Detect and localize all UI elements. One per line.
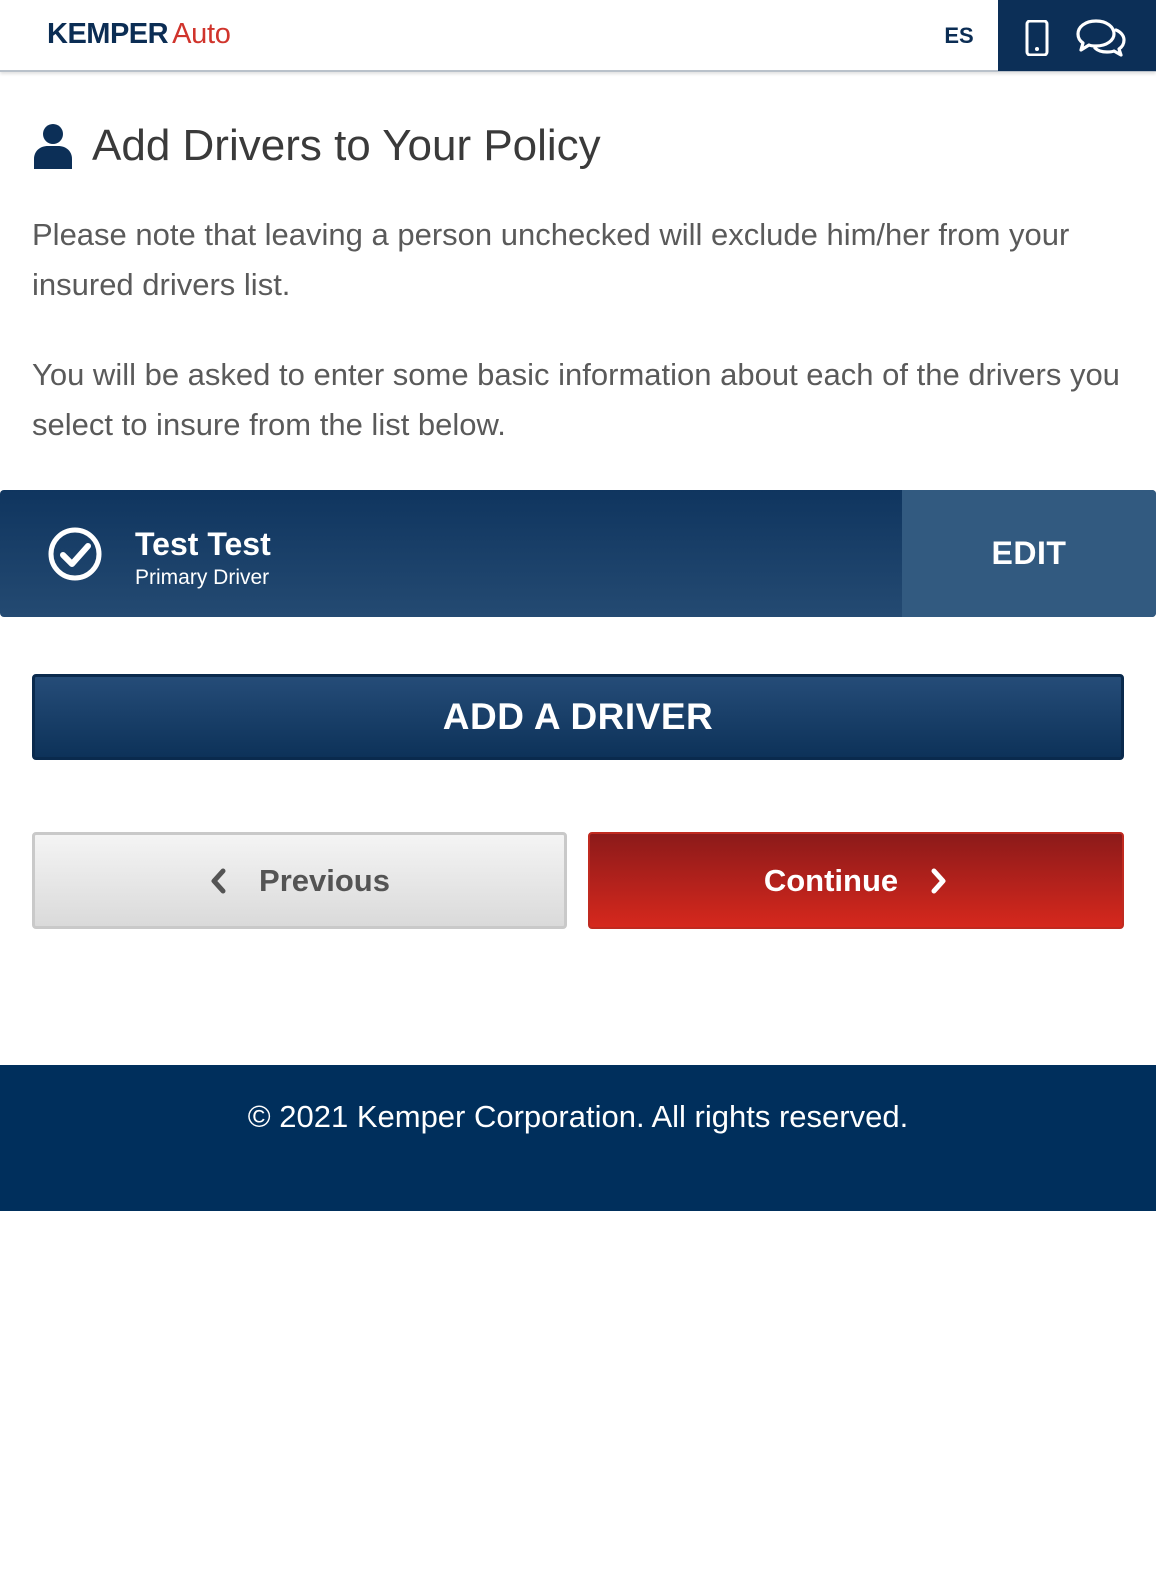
checked-circle-icon[interactable] (47, 526, 103, 582)
previous-label: Previous (259, 862, 390, 898)
page-title-row: Add Drivers to Your Policy (32, 116, 601, 176)
continue-label: Continue (763, 862, 899, 898)
chat-bubbles-icon[interactable] (1076, 18, 1126, 58)
copyright-text: © 2021 Kemper Corporation. All rights re… (247, 1099, 909, 1134)
continue-button[interactable]: Continue (588, 832, 1124, 929)
page-title: Add Drivers to Your Policy (92, 121, 601, 170)
driver-card: Test Test Primary Driver EDIT (0, 490, 1156, 617)
kemper-auto-logo[interactable]: KEMPER Auto (47, 18, 231, 54)
logo-brand-text: KEMPER (47, 18, 169, 50)
language-toggle[interactable]: ES (938, 20, 980, 52)
person-icon (34, 124, 72, 169)
edit-driver-button[interactable]: EDIT (902, 490, 1156, 617)
logo-product-text: Auto (172, 18, 231, 50)
previous-button[interactable]: Previous (32, 832, 567, 929)
chevron-left-icon (211, 868, 226, 893)
page-footer: © 2021 Kemper Corporation. All rights re… (0, 1065, 1156, 1211)
chevron-right-icon (931, 868, 946, 893)
driver-name: Test Test (135, 526, 271, 562)
driver-role: Primary Driver (135, 566, 270, 589)
add-driver-button[interactable]: ADD A DRIVER (32, 674, 1124, 760)
top-header: KEMPER Auto ES (0, 0, 1156, 72)
info-note: You will be asked to enter some basic in… (32, 357, 1120, 442)
exclusion-note: Please note that leaving a person unchec… (32, 217, 1070, 302)
mobile-phone-icon[interactable] (1025, 20, 1049, 56)
